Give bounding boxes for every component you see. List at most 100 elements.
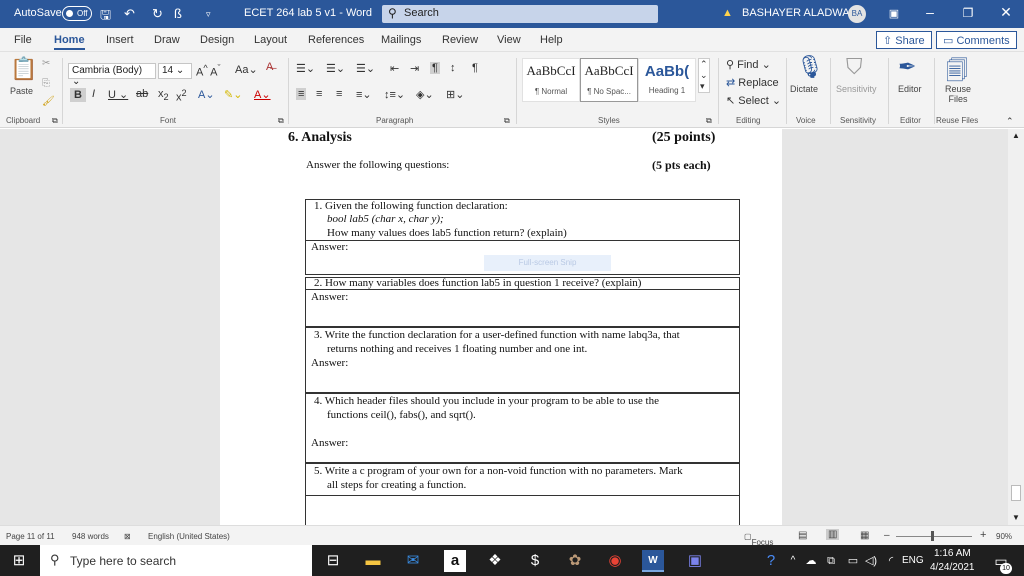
help-icon[interactable]: ? — [760, 550, 782, 572]
font-size-dropdown[interactable]: 14 ⌄ — [158, 63, 192, 79]
dialog-launcher-icon[interactable]: ⧉ — [706, 116, 712, 126]
focus-button[interactable]: ▢ Focus — [744, 532, 773, 547]
zoom-out-icon[interactable]: – — [884, 530, 890, 541]
user-name[interactable]: BASHAYER ALADWANI — [742, 7, 861, 19]
copy-icon[interactable]: ⎘ — [42, 78, 50, 89]
numbering-icon[interactable]: ☰⌄ — [326, 62, 345, 75]
chrome-icon[interactable]: ◉ — [604, 550, 626, 572]
dialog-launcher-icon[interactable]: ⧉ — [504, 116, 510, 126]
tab-references[interactable]: References — [308, 34, 364, 46]
find-button[interactable]: ⚲ Find ⌄ — [726, 58, 771, 71]
shading-icon[interactable]: ◈⌄ — [416, 88, 434, 101]
bold-button[interactable]: B — [70, 88, 86, 102]
language[interactable]: English (United States) — [148, 532, 230, 541]
font-name-dropdown[interactable]: Cambria (Body) ⌄ — [68, 63, 156, 87]
clock-time[interactable]: 1:16 AM — [934, 548, 971, 559]
amazon-icon[interactable]: a — [444, 550, 466, 572]
line-spacing-icon[interactable]: ↕≡⌄ — [384, 88, 405, 101]
teams-icon[interactable]: ▣ — [684, 550, 706, 572]
paste-icon[interactable]: 📋 — [10, 56, 37, 82]
scroll-up-icon[interactable]: ▲ — [1012, 131, 1020, 140]
increase-indent-icon[interactable]: ⇥ — [410, 62, 419, 75]
tab-mailings[interactable]: Mailings — [381, 34, 421, 46]
minimize-button[interactable]: – — [920, 4, 940, 20]
page-count[interactable]: Page 11 of 11 — [6, 532, 55, 541]
close-button[interactable]: ✕ — [996, 4, 1016, 21]
autosave-toggle[interactable]: Off — [62, 6, 92, 21]
dialog-launcher-icon[interactable]: ⧉ — [52, 116, 58, 126]
ribbon-display-icon[interactable]: ▣ — [884, 7, 904, 20]
text-effects-icon[interactable]: A⌄ — [198, 88, 215, 101]
wifi-icon[interactable]: ◜ — [880, 550, 902, 572]
text-direction-icon[interactable]: ¶ — [430, 62, 440, 74]
task-view-icon[interactable]: ⊟ — [322, 550, 344, 572]
style-heading-1[interactable]: AaBb(Heading 1 — [638, 58, 696, 102]
scroll-down-icon[interactable]: ▼ — [1012, 513, 1020, 522]
align-right-icon[interactable]: ≡ — [336, 88, 342, 100]
vertical-scrollbar[interactable]: ▲ ▼ — [1008, 129, 1024, 525]
save-icon[interactable]: 🖫 — [100, 6, 111, 28]
cut-icon[interactable]: ✂ — [42, 58, 50, 69]
snip-overlay[interactable]: Full-screen Snip — [484, 255, 611, 271]
grow-font-icon[interactable]: A^ Aˇ — [196, 63, 221, 79]
dialog-launcher-icon[interactable]: ⧉ — [278, 116, 284, 126]
decrease-indent-icon[interactable]: ⇤ — [390, 62, 399, 75]
bullets-icon[interactable]: ☰⌄ — [296, 62, 315, 75]
tab-help[interactable]: Help — [540, 34, 563, 46]
collapse-ribbon-icon[interactable]: ⌃ — [1006, 116, 1014, 127]
tab-view[interactable]: View — [497, 34, 521, 46]
search-box[interactable]: ⚲ Search — [382, 5, 658, 23]
word-icon[interactable]: W — [642, 550, 664, 572]
volume-icon[interactable]: ◁) — [860, 550, 882, 572]
tab-file[interactable]: File — [14, 34, 32, 46]
sensitivity-icon[interactable]: ⛉ — [846, 54, 863, 80]
tab-insert[interactable]: Insert — [106, 34, 134, 46]
style-no-spacing[interactable]: AaBbCcI ¶ No Spac... — [580, 58, 638, 102]
scroll-thumb[interactable] — [1011, 485, 1021, 501]
multilevel-list-icon[interactable]: ☰⌄ — [356, 62, 375, 75]
tab-review[interactable]: Review — [442, 34, 478, 46]
restore-button[interactable]: ❐ — [958, 6, 978, 20]
borders-icon[interactable]: ⊞⌄ — [446, 88, 464, 101]
tab-draw[interactable]: Draw — [154, 34, 180, 46]
clock-date[interactable]: 4/24/2021 — [930, 562, 975, 573]
mail-icon[interactable]: ✉ — [402, 550, 424, 572]
highlight-icon[interactable]: ✎⌄ — [224, 88, 242, 101]
select-button[interactable]: ↖ Select ⌄ — [726, 94, 781, 107]
tab-home[interactable]: Home — [54, 34, 85, 50]
tab-layout[interactable]: Layout — [254, 34, 287, 46]
app-icon[interactable]: $ — [524, 550, 546, 572]
align-center-icon[interactable]: ≡ — [316, 88, 322, 100]
proofing-icon[interactable]: ⊠ — [124, 532, 131, 541]
file-explorer-icon[interactable]: ▬ — [362, 550, 384, 572]
zoom-level[interactable]: 90% — [996, 532, 1012, 541]
font-color-icon[interactable]: A⌄ — [254, 88, 271, 101]
sort-icon[interactable]: ↕ — [450, 62, 456, 74]
print-layout-icon[interactable]: ▥ — [826, 529, 840, 540]
zoom-in-icon[interactable]: + — [980, 529, 986, 541]
dropbox-icon[interactable]: ❖ — [484, 550, 506, 572]
photos-icon[interactable]: ✿ — [564, 550, 586, 572]
warning-icon[interactable]: ▲ — [722, 7, 733, 19]
read-mode-icon[interactable]: ▤ — [798, 530, 807, 541]
replace-button[interactable]: ⇄ Replace — [726, 76, 779, 89]
align-left-icon[interactable]: ≡ — [296, 88, 307, 100]
microphone-icon[interactable]: 🎙 — [796, 54, 824, 80]
undo-icon[interactable]: ↶ — [124, 6, 135, 22]
style-normal[interactable]: AaBbCcI ¶ Normal — [522, 58, 580, 102]
superscript-button[interactable]: x2 — [176, 88, 187, 104]
input-language[interactable]: ENG — [902, 555, 924, 566]
tab-design[interactable]: Design — [200, 34, 234, 46]
clear-formatting-icon[interactable]: A̶ — [266, 61, 273, 73]
strikethrough-button[interactable]: ab — [136, 88, 148, 100]
word-count[interactable]: 948 words — [72, 532, 109, 541]
change-case-icon[interactable]: Aa⌄ — [235, 63, 258, 76]
redo-icon[interactable]: ↻ — [152, 6, 163, 22]
italic-button[interactable]: I — [92, 88, 95, 100]
justify-icon[interactable]: ≡⌄ — [356, 88, 372, 101]
web-layout-icon[interactable]: ▦ — [860, 530, 869, 541]
share-button[interactable]: ⇧ Share — [876, 31, 932, 49]
editor-icon[interactable]: ✒ — [898, 54, 916, 80]
customize-qat-icon[interactable]: ▿ — [206, 9, 211, 20]
avatar[interactable]: BA — [848, 5, 866, 23]
